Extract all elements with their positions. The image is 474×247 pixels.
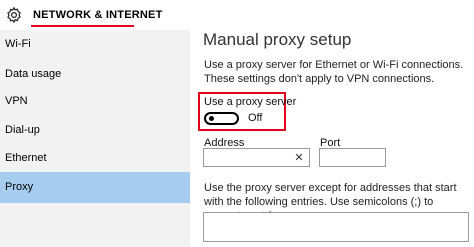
header: NETWORK & INTERNET [0,0,474,30]
sidebar-item-vpn[interactable]: VPN [0,87,190,115]
sidebar-item-data-usage[interactable]: Data usage [0,60,190,88]
toggle-state-label: Off [248,112,263,124]
toggle-knob [209,116,214,121]
sidebar: Wi-Fi Data usage VPN Dial-up Ethernet Pr… [0,30,190,247]
use-proxy-toggle[interactable] [204,112,239,125]
proxy-description: Use a proxy server for Ethernet or Wi-Fi… [204,59,464,85]
use-proxy-label: Use a proxy server [204,96,297,108]
page-title: Manual proxy setup [203,30,352,49]
header-underline [31,25,134,27]
settings-window: NETWORK & INTERNET Wi-Fi Data usage VPN … [0,0,474,247]
sidebar-item-dial-up[interactable]: Dial-up [0,116,190,144]
clear-icon[interactable]: ✕ [294,153,304,164]
page-header-title: NETWORK & INTERNET [33,9,163,21]
gear-icon [7,6,21,24]
sidebar-item-wifi[interactable]: Wi-Fi [0,30,190,58]
port-field[interactable] [319,148,386,167]
sidebar-item-proxy[interactable]: Proxy [0,172,190,203]
main-content: Manual proxy setup Use a proxy server fo… [190,30,474,247]
address-field[interactable]: ✕ [203,148,310,167]
exceptions-field[interactable] [203,212,469,242]
sidebar-item-ethernet[interactable]: Ethernet [0,144,190,172]
